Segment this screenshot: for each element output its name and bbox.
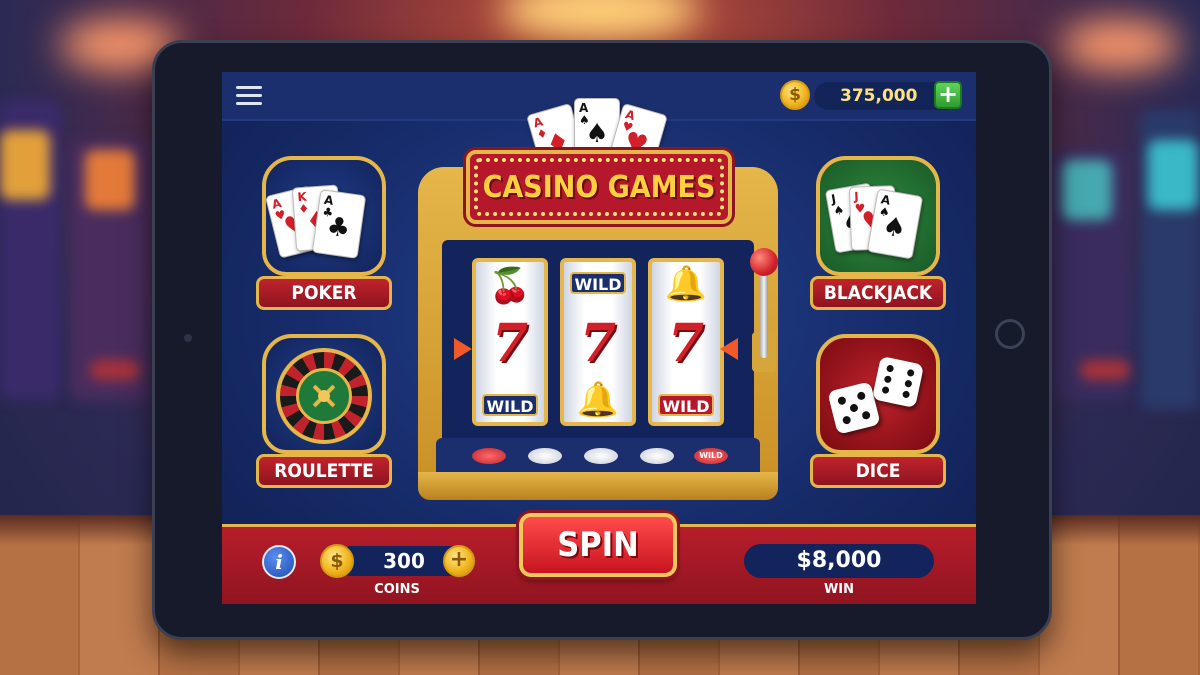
coins-amount: 300: [383, 549, 425, 573]
machine-button-white-2[interactable]: [584, 448, 618, 464]
add-coins-button[interactable]: +: [934, 81, 962, 109]
machine-button-red[interactable]: [472, 448, 506, 464]
spin-button[interactable]: SPIN: [519, 513, 677, 577]
machine-button-white-3[interactable]: [640, 448, 674, 464]
balance-amount: 375,000: [840, 86, 918, 106]
roulette-wheel-icon: [276, 348, 372, 444]
reel-symbol-seven: 7: [491, 313, 529, 374]
reel-symbol-seven: 7: [667, 313, 705, 374]
reel-symbol-seven: 7: [579, 313, 617, 374]
info-button[interactable]: i: [262, 545, 296, 579]
wild-badge: WILD: [570, 272, 626, 294]
coin-icon: $: [320, 544, 354, 578]
reel-1: 🍒 7 WILD: [472, 258, 548, 426]
machine-title: CASINO GAMES: [482, 170, 716, 205]
game-tile-roulette[interactable]: ROULETTE: [256, 334, 392, 489]
machine-marquee: CASINO GAMES: [466, 150, 732, 224]
win-amount: $8,000: [744, 544, 934, 578]
win-label: WIN: [823, 582, 855, 597]
blackjack-label: BLACKJACK: [810, 276, 946, 310]
machine-base: [418, 472, 778, 500]
roulette-label: ROULETTE: [256, 454, 392, 488]
lever-rod[interactable]: [760, 270, 768, 358]
lever-knob[interactable]: [750, 248, 778, 276]
tablet-home-button[interactable]: [995, 319, 1025, 349]
game-tile-poker[interactable]: A♥♥ K♦♦ A♣♣ POKER: [256, 156, 392, 311]
wild-badge: WILD: [658, 394, 714, 416]
game-tile-dice[interactable]: DICE: [810, 334, 946, 489]
tablet-camera: [184, 334, 192, 342]
bell-icon: 🔔: [664, 264, 708, 304]
machine-button-wild[interactable]: WILD: [694, 448, 728, 464]
machine-button-white-1[interactable]: [528, 448, 562, 464]
poker-label: POKER: [256, 276, 392, 310]
reel-2: WILD 7 🔔: [560, 258, 636, 426]
payline-arrow-left-icon: [454, 338, 472, 360]
reel-3: 🔔 7 WILD: [648, 258, 724, 426]
game-screen: $ 375,000 + A♥♥ K♦♦ A♣♣ POKER ROULETTE J…: [222, 72, 976, 604]
game-tile-blackjack[interactable]: J♠♠ J♥♥ A♠♠ BLACKJACK: [810, 156, 946, 311]
bell-icon: 🔔: [576, 380, 620, 420]
wild-badge: WILD: [482, 394, 538, 416]
add-bet-button[interactable]: +: [443, 545, 475, 577]
menu-icon[interactable]: [236, 86, 262, 106]
coin-icon: $: [780, 80, 810, 110]
dice-label: DICE: [810, 454, 946, 488]
cherry-icon: 🍒: [488, 266, 532, 306]
payline-arrow-right-icon: [720, 338, 738, 360]
coins-label: COINS: [374, 582, 420, 597]
